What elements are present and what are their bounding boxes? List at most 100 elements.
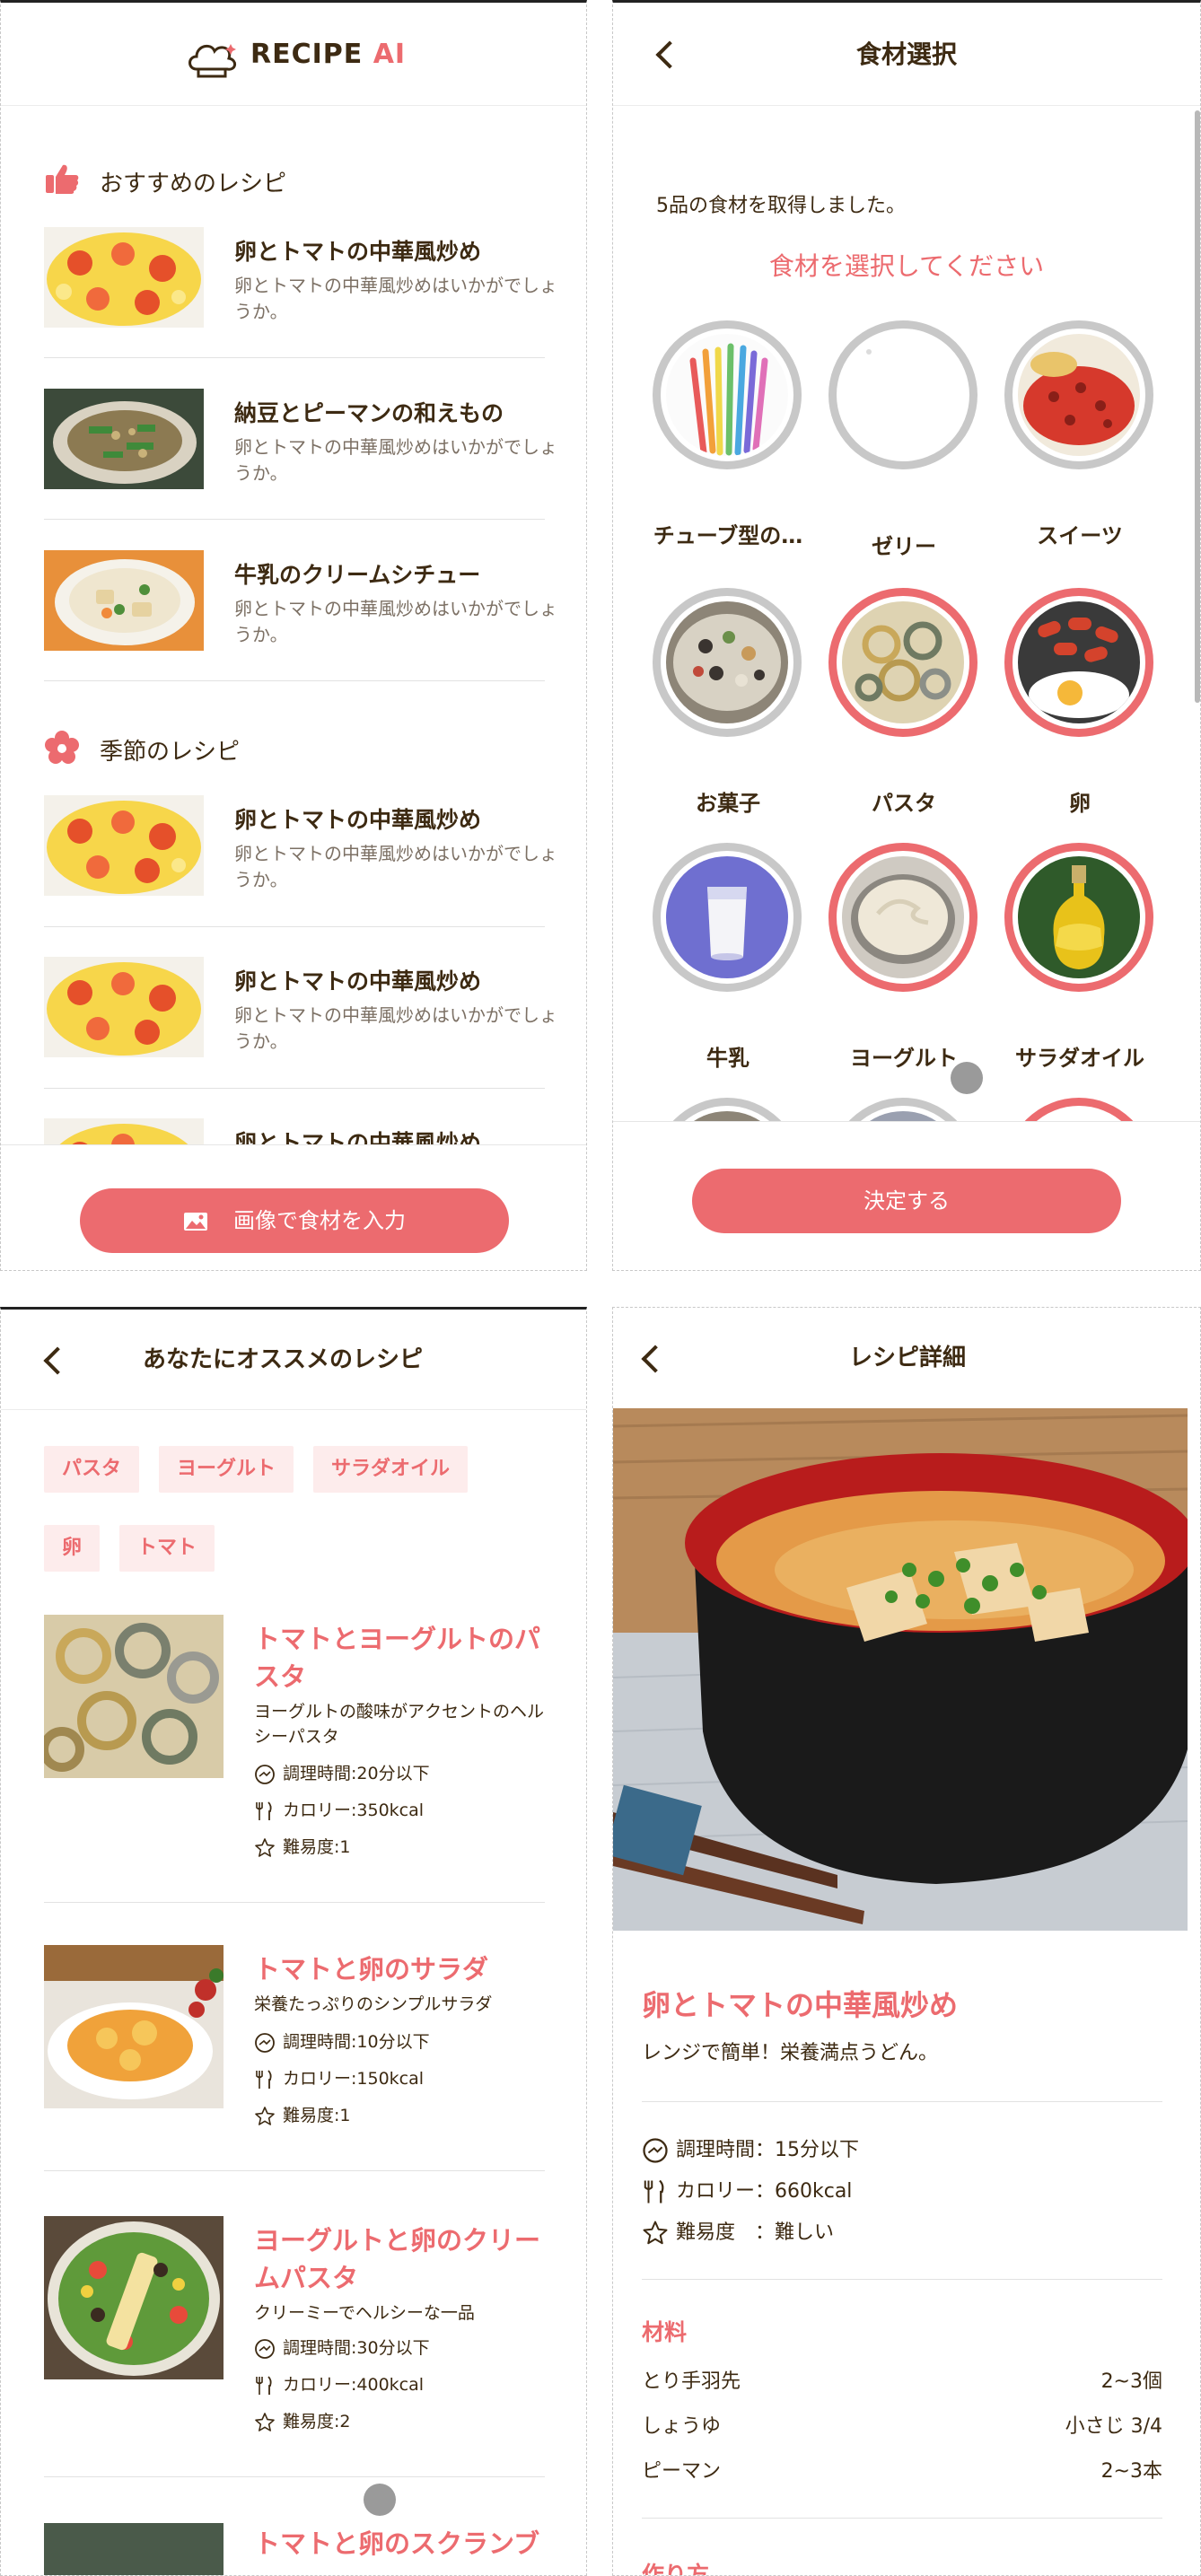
recipe-description: 卵とトマトの中華風炒めはいかがでしょうか。 (234, 436, 557, 484)
cooking-time: 調理時間:10分以下 (254, 2030, 430, 2054)
calories: カロリー:400kcal (254, 2373, 424, 2396)
divider (44, 357, 545, 358)
recipe-thumbnail[interactable] (44, 550, 204, 651)
ingredient-option-jelly[interactable] (828, 320, 977, 469)
page-title: レシピ詳細 (848, 1345, 966, 1371)
detail-header: レシピ詳細 (613, 1308, 1200, 1408)
recipe-thumbnail[interactable] (44, 227, 204, 328)
recipe-title[interactable]: トマトと卵のスクランブ (254, 2525, 550, 2563)
recommendations-screen: あなたにオススメのレシピ パスタ ヨーグルト サラダオイル 卵 トマト トマトと… (0, 1307, 587, 2576)
ingredient-option-snacks[interactable] (653, 588, 802, 737)
cooking-time: 調理時間：15分以下 (642, 2135, 859, 2166)
recipe-title: 卵とトマトの中華風炒め (642, 1988, 959, 2022)
bottom-bar: 画像で食材を入力 (1, 1144, 586, 1270)
cutlery-icon (256, 1801, 272, 1821)
select-prompt: 食材を選択してください (768, 251, 1045, 281)
ingredient-label: お菓子 (696, 791, 760, 816)
recipe-image[interactable] (44, 2523, 224, 2575)
recipe-title[interactable]: 牛乳のクリームシチュー (234, 557, 480, 590)
ingredient-chip[interactable]: サラダオイル (313, 1446, 469, 1493)
app-logo: RECIPE AI (250, 39, 406, 70)
recipe-thumbnail[interactable] (44, 389, 204, 489)
ingredient-option-tube[interactable] (653, 320, 802, 469)
ingredient-chip[interactable]: トマト (119, 1525, 215, 1572)
ingredient-option-egg[interactable] (1004, 588, 1153, 737)
calories: カロリー：660kcal (642, 2177, 852, 2207)
recipe-title[interactable]: 卵とトマトの中華風炒め (234, 964, 481, 996)
ingredient-option-milk[interactable] (653, 843, 802, 992)
divider (44, 519, 545, 520)
steps-heading: 作り方 (642, 2562, 710, 2576)
recipe-detail-screen: レシピ詳細 卵とトマトの中華風炒め レンジで簡単！栄養満点うどん。 調理時間：1… (612, 1307, 1201, 2576)
recipe-description: 卵とトマトの中華風炒めはいかがでしょうか。 (234, 843, 557, 890)
image-input-button[interactable]: 画像で食材を入力 (80, 1188, 509, 1253)
ingredient-chip[interactable]: 卵 (44, 1525, 101, 1572)
star-icon (255, 1837, 275, 1857)
difficulty: 難易度:2 (254, 2410, 351, 2433)
divider (44, 1088, 545, 1089)
ingredient-option-salad-oil[interactable] (1004, 843, 1153, 992)
divider (642, 2518, 1162, 2519)
ingredient-label: ゼリー (872, 534, 936, 559)
cooking-time: 調理時間:20分以下 (254, 1762, 430, 1785)
recipe-description: 卵とトマトの中華風炒めはいかがでしょうか。 (234, 275, 557, 322)
star-icon (255, 2106, 275, 2125)
difficulty: 難易度:1 (254, 1836, 351, 1859)
recipe-title[interactable]: トマトと卵のサラダ (254, 1950, 550, 1988)
seasonal-section-title: 季節のレシピ (100, 739, 241, 766)
scrollbar[interactable] (1195, 110, 1200, 703)
ingredient-row: ピーマン 2~3本 (642, 2455, 1162, 2484)
page-title: 食材選択 (855, 39, 957, 69)
thumbs-up-icon (46, 164, 79, 194)
ingredient-amount: 2~3本 (1100, 2460, 1162, 2483)
ingredient-chip[interactable]: パスタ (44, 1446, 140, 1493)
divider (44, 1902, 545, 1903)
calories: カロリー:150kcal (254, 2067, 424, 2090)
recipe-thumbnail[interactable] (44, 957, 204, 1057)
recipe-image[interactable] (44, 2216, 224, 2379)
recipe-description: 栄養たっぷりのシンプルサラダ (254, 1994, 493, 2014)
recipe-title[interactable]: 納豆とピーマンの和えもの (234, 396, 504, 428)
ingredient-label: 卵 (1069, 791, 1091, 816)
difficulty: 難易度:1 (254, 2104, 351, 2127)
back-arrow-icon[interactable] (43, 1346, 72, 1375)
star-icon (255, 2412, 275, 2431)
ingredient-row: とり手羽先 2~3個 (642, 2365, 1162, 2394)
logo-accent: AI (373, 39, 407, 70)
recipe-title[interactable]: ヨーグルトと卵のクリームパスタ (254, 2221, 550, 2297)
ingredient-chip[interactable]: ヨーグルト (159, 1446, 294, 1493)
ingredient-label: サラダオイル (1015, 1046, 1144, 1071)
recipe-title[interactable]: 卵とトマトの中華風炒め (234, 802, 481, 835)
page-title: あなたにオススメのレシピ (143, 1346, 424, 1373)
star-icon (643, 2221, 668, 2245)
recipe-description: 卵とトマトの中華風炒めはいかがでしょうか。 (234, 1004, 557, 1052)
recipe-description: ヨーグルトの酸味がアクセントのヘルシーパスタ (254, 1702, 545, 1747)
ingredient-label: パスタ (872, 791, 936, 816)
confirm-button[interactable]: 決定する (692, 1169, 1121, 1233)
image-input-label: 画像で食材を入力 (233, 1208, 406, 1233)
ingredient-option-sweets[interactable] (1004, 320, 1153, 469)
calories: カロリー:350kcal (254, 1799, 424, 1822)
ingredient-option-yogurt[interactable] (828, 843, 977, 992)
recipe-image[interactable] (44, 1945, 224, 2108)
status-message: 5品の食材を取得しました。 (656, 195, 906, 217)
recommendations-header: あなたにオススメのレシピ (1, 1310, 586, 1410)
ingredient-option-pasta[interactable] (828, 588, 977, 737)
recipe-thumbnail[interactable] (44, 795, 204, 896)
image-icon (184, 1213, 207, 1231)
difficulty: 難易度 ：難しい (642, 2218, 834, 2248)
recipe-title[interactable]: トマトとヨーグルトのパスタ (254, 1620, 550, 1695)
home-header: RECIPE AI (1, 3, 586, 106)
clock-icon (255, 2032, 275, 2053)
clock-icon (255, 2338, 275, 2359)
recipe-image[interactable] (39, 1615, 224, 1778)
home-screen: RECIPE AI おすすめのレシピ 卵とトマトの中華風炒め 卵とトマトの中華風… (0, 0, 587, 1271)
recipe-title[interactable]: 卵とトマトの中華風炒め (234, 234, 481, 267)
chef-hat-icon (188, 44, 236, 78)
divider (44, 2476, 545, 2477)
touch-indicator (951, 1062, 983, 1094)
ingredient-amount: 2~3個 (1100, 2370, 1162, 2393)
divider (44, 680, 545, 681)
recipe-description: クリーミーでヘルシーな一品 (254, 2303, 475, 2323)
recipe-hero-image (613, 1408, 1188, 1931)
